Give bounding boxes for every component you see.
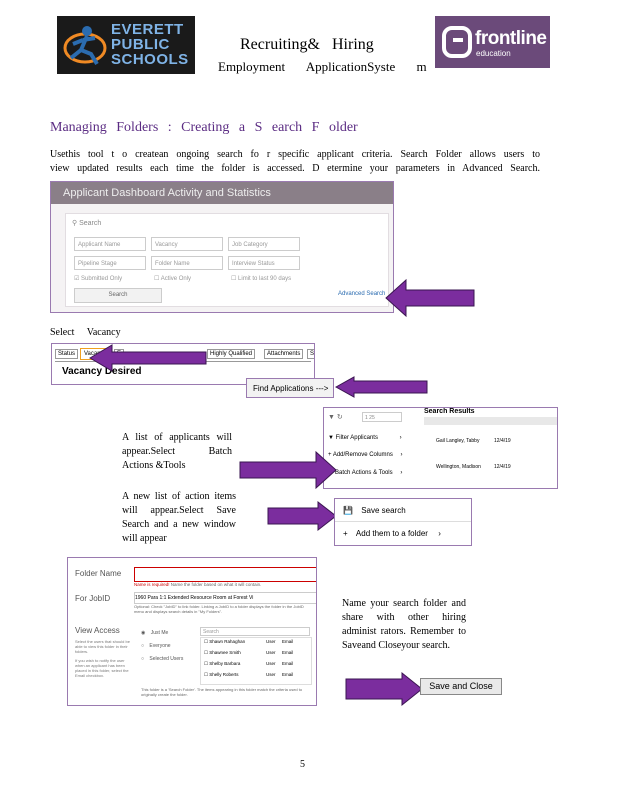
view-access-help-email: If you wish to notify the user when an a…: [75, 658, 129, 678]
user-search-input[interactable]: Search: [200, 627, 310, 636]
vacancy-field[interactable]: Vacancy: [151, 237, 223, 251]
search-results-title: Search Results: [424, 408, 475, 415]
menu-batch-actions[interactable]: ⚙ Batch Actions & Tools ›: [328, 469, 402, 476]
tab-attachments[interactable]: Attachments: [264, 349, 304, 359]
tab-highly-qualified[interactable]: Highly Qualified: [207, 349, 256, 359]
arrow-to-save-close: [345, 671, 423, 707]
user-row-4[interactable]: ☐ Shelly Roberts User Email: [204, 672, 293, 678]
search-panel-label: ⚲ Search: [72, 220, 102, 227]
radio-everyone[interactable]: ○ Everyone: [141, 643, 171, 649]
jobid-optional-text: Optional: Check "JobID" to link folder. …: [134, 604, 304, 614]
advanced-search-link[interactable]: Advanced Search: [338, 291, 385, 297]
folder-name-note: Name is required! Name the folder based …: [134, 582, 262, 587]
menu-filter-applicants[interactable]: ▼ Filter Applicants ›: [328, 435, 402, 441]
view-access-label: View Access: [75, 626, 120, 635]
radio-just-me[interactable]: ◉ Just Me: [141, 630, 168, 636]
find-applications-button[interactable]: Find Applications --->: [246, 378, 334, 398]
interview-status-field[interactable]: Interview Status: [228, 256, 300, 270]
search-results-screenshot: ▼ ↻ 1 25 Search Results ▼ Filter Applica…: [323, 407, 558, 489]
arrow-to-batch-actions: [239, 450, 337, 490]
runner-icon: [63, 26, 107, 66]
caption-name-folder: Name your search folder and share with o…: [342, 598, 466, 651]
everett-public-schools-logo: EVERETT PUBLIC SCHOOLS: [57, 16, 195, 74]
last-90-days-checkbox[interactable]: ☐ Limit to last 90 days: [231, 275, 291, 282]
tab-s[interactable]: S: [307, 349, 314, 359]
arrow-to-vacancy-tab: [89, 344, 207, 372]
result-row-2-date: 12/4/19: [494, 464, 511, 470]
folder-name-input[interactable]: [134, 567, 316, 582]
user-row-3[interactable]: ☐ Shelby Barbara User Email: [204, 661, 293, 667]
result-row-1-date: 12/4/19: [494, 438, 511, 444]
page-number: 5: [300, 759, 305, 770]
search-folder-footer: This folder is a 'Search Folder'. The it…: [141, 687, 303, 697]
jobid-label: For JobID: [75, 594, 111, 603]
folder-name-field[interactable]: Folder Name: [151, 256, 223, 270]
section-title: Managing Folders : Creating a S earch F …: [50, 120, 358, 135]
dashboard-title: Applicant Dashboard Activity and Statist…: [51, 182, 393, 204]
folder-dialog-screenshot: Folder Name Name is required! Name the f…: [67, 557, 317, 706]
select-vacancy-step: Select Vacancy: [50, 327, 121, 338]
frontline-wordmark: frontline: [475, 28, 547, 49]
tab-status[interactable]: Status: [55, 349, 79, 359]
search-button[interactable]: Search: [74, 288, 162, 303]
document-title: Recruiting& Hiring: [240, 36, 374, 53]
save-icon: 💾: [343, 506, 353, 515]
add-to-folder-item[interactable]: + Add them to a folder ›: [343, 529, 441, 538]
applicant-name-field[interactable]: Applicant Name: [74, 237, 146, 251]
user-row-1[interactable]: ☐ Shawn Rahaghan User Email: [204, 639, 293, 645]
radio-selected-users[interactable]: ○ Selected Users: [141, 656, 183, 662]
arrow-to-advanced-search: [385, 278, 475, 318]
frontline-education-logo: frontline education: [435, 16, 550, 68]
folder-name-label: Folder Name: [75, 569, 122, 578]
dashboard-screenshot: Applicant Dashboard Activity and Statist…: [50, 181, 394, 313]
frontline-f-icon: [442, 26, 472, 58]
pipeline-stage-field[interactable]: Pipeline Stage: [74, 256, 146, 270]
jobid-select[interactable]: 1960 Para 1:1 Extended Resource Room at …: [134, 592, 316, 604]
submitted-only-checkbox[interactable]: ☑ Submitted Only: [74, 275, 122, 282]
frontline-sub: education: [476, 49, 511, 58]
menu-add-remove-columns[interactable]: + Add/Remove Columns ›: [328, 452, 403, 458]
arrow-to-find-applications: [334, 376, 428, 398]
caption-list-of-applicants: A list of applicants will appear.Select …: [122, 432, 232, 471]
caption-action-items: A new list of action items will appear.S…: [122, 491, 236, 544]
intro-paragraph: Usethis tool t o createan ongoing search…: [50, 149, 540, 174]
user-list: ☐ Shawn Rahaghan User Email ☐ Shawnee Sm…: [200, 637, 312, 685]
logo-line1: EVERETT: [111, 21, 184, 38]
results-counter[interactable]: 1 25: [362, 412, 402, 422]
plus-icon: +: [343, 529, 348, 538]
save-search-item[interactable]: 💾 Save search: [343, 506, 406, 515]
save-and-close-button[interactable]: Save and Close: [420, 678, 502, 695]
view-access-help: Select the users that should be able to …: [75, 639, 130, 654]
refresh-icon[interactable]: ▼ ↻: [328, 413, 343, 421]
document-subtitle: Employment ApplicationSyste m: [218, 59, 427, 74]
arrow-to-save-search: [267, 500, 337, 532]
logo-line3: SCHOOLS: [111, 51, 189, 68]
logo-line2: PUBLIC: [111, 36, 170, 53]
active-only-checkbox[interactable]: ☐ Active Only: [154, 275, 191, 282]
job-category-field[interactable]: Job Category: [228, 237, 300, 251]
user-row-2[interactable]: ☐ Shawnee Smith User Email: [204, 650, 293, 656]
action-menu: 💾 Save search + Add them to a folder ›: [334, 498, 472, 546]
result-row-1[interactable]: Gail Langley, Tabby: [436, 438, 479, 444]
search-panel: ⚲ Search Applicant Name Vacancy Job Cate…: [65, 213, 389, 307]
result-row-2[interactable]: Wellington, Madison: [436, 464, 481, 470]
